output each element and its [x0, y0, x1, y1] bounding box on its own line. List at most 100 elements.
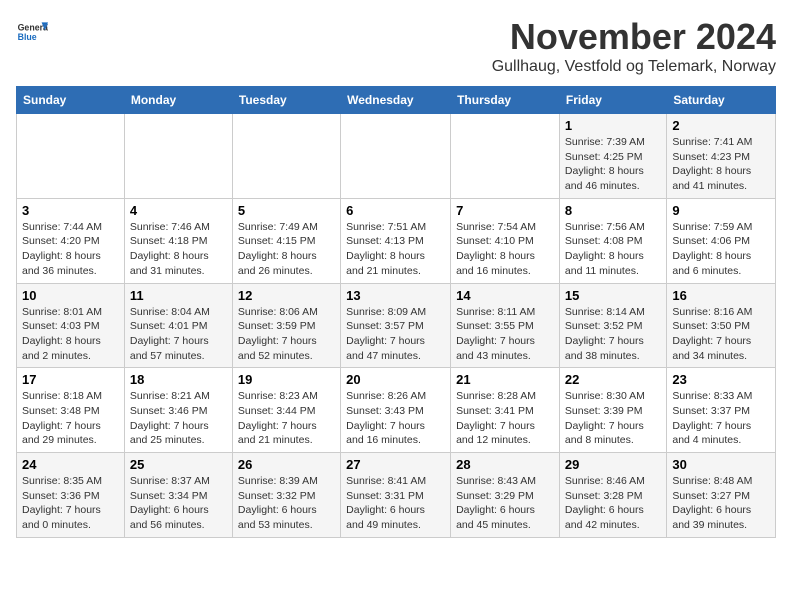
calendar-cell	[17, 114, 125, 199]
day-detail: Sunrise: 7:39 AM Sunset: 4:25 PM Dayligh…	[565, 135, 661, 194]
day-number: 12	[238, 288, 335, 303]
day-number: 18	[130, 372, 227, 387]
calendar-table: SundayMondayTuesdayWednesdayThursdayFrid…	[16, 86, 776, 538]
calendar-cell	[451, 114, 560, 199]
subtitle: Gullhaug, Vestfold og Telemark, Norway	[492, 58, 776, 76]
calendar-week-row: 3Sunrise: 7:44 AM Sunset: 4:20 PM Daylig…	[17, 198, 776, 283]
day-detail: Sunrise: 8:30 AM Sunset: 3:39 PM Dayligh…	[565, 389, 661, 448]
day-header: Wednesday	[341, 87, 451, 114]
day-detail: Sunrise: 8:23 AM Sunset: 3:44 PM Dayligh…	[238, 389, 335, 448]
day-detail: Sunrise: 7:59 AM Sunset: 4:06 PM Dayligh…	[672, 220, 770, 279]
day-number: 21	[456, 372, 554, 387]
calendar-cell: 11Sunrise: 8:04 AM Sunset: 4:01 PM Dayli…	[124, 283, 232, 368]
day-detail: Sunrise: 8:01 AM Sunset: 4:03 PM Dayligh…	[22, 305, 119, 364]
day-number: 2	[672, 118, 770, 133]
day-number: 24	[22, 457, 119, 472]
day-number: 26	[238, 457, 335, 472]
day-number: 5	[238, 203, 335, 218]
calendar-cell: 12 Sunrise: 8:06 AM Sunset: 3:59 PM Dayli…	[232, 283, 340, 368]
calendar-cell: 24 Sunrise: 8:35 AM Sunset: 3:36 PM Dayli…	[17, 453, 125, 538]
day-number: 14	[456, 288, 554, 303]
day-detail: Sunrise: 7:51 AM Sunset: 4:13 PM Dayligh…	[346, 220, 445, 279]
svg-text:Blue: Blue	[18, 32, 37, 42]
calendar-cell: 23Sunrise: 8:33 AM Sunset: 3:37 PM Dayli…	[667, 368, 776, 453]
day-number: 6	[346, 203, 445, 218]
day-number: 7	[456, 203, 554, 218]
day-number: 10	[22, 288, 119, 303]
calendar-cell: 10 Sunrise: 8:01 AM Sunset: 4:03 PM Dayli…	[17, 283, 125, 368]
day-detail: Sunrise: 8:35 AM Sunset: 3:36 PM Dayligh…	[22, 474, 119, 533]
day-detail: Sunrise: 8:18 AM Sunset: 3:48 PM Dayligh…	[22, 389, 119, 448]
day-detail: Sunrise: 7:44 AM Sunset: 4:20 PM Dayligh…	[22, 220, 119, 279]
calendar-cell: 25 Sunrise: 8:37 AM Sunset: 3:34 PM Dayli…	[124, 453, 232, 538]
calendar-cell	[124, 114, 232, 199]
day-detail: Sunrise: 8:46 AM Sunset: 3:28 PM Dayligh…	[565, 474, 661, 533]
calendar-week-row: 24 Sunrise: 8:35 AM Sunset: 3:36 PM Dayli…	[17, 453, 776, 538]
day-number: 17	[22, 372, 119, 387]
calendar-cell	[341, 114, 451, 199]
calendar-week-row: 17 Sunrise: 8:18 AM Sunset: 3:48 PM Dayli…	[17, 368, 776, 453]
day-detail: Sunrise: 8:26 AM Sunset: 3:43 PM Dayligh…	[346, 389, 445, 448]
day-detail: Sunrise: 7:46 AM Sunset: 4:18 PM Dayligh…	[130, 220, 227, 279]
calendar-body: 1 Sunrise: 7:39 AM Sunset: 4:25 PM Daylig…	[17, 114, 776, 538]
day-number: 27	[346, 457, 445, 472]
day-header: Sunday	[17, 87, 125, 114]
day-number: 29	[565, 457, 661, 472]
day-number: 4	[130, 203, 227, 218]
logo: General Blue	[16, 16, 48, 48]
calendar-cell: 8 Sunrise: 7:56 AM Sunset: 4:08 PM Daylig…	[559, 198, 666, 283]
day-number: 25	[130, 457, 227, 472]
day-header: Friday	[559, 87, 666, 114]
calendar-cell: 14 Sunrise: 8:11 AM Sunset: 3:55 PM Dayli…	[451, 283, 560, 368]
day-number: 8	[565, 203, 661, 218]
calendar-header-row: SundayMondayTuesdayWednesdayThursdayFrid…	[17, 87, 776, 114]
calendar-cell	[232, 114, 340, 199]
calendar-cell: 7 Sunrise: 7:54 AM Sunset: 4:10 PM Daylig…	[451, 198, 560, 283]
calendar-cell: 15 Sunrise: 8:14 AM Sunset: 3:52 PM Dayli…	[559, 283, 666, 368]
day-number: 15	[565, 288, 661, 303]
day-detail: Sunrise: 8:06 AM Sunset: 3:59 PM Dayligh…	[238, 305, 335, 364]
calendar-cell: 3Sunrise: 7:44 AM Sunset: 4:20 PM Daylig…	[17, 198, 125, 283]
day-detail: Sunrise: 8:37 AM Sunset: 3:34 PM Dayligh…	[130, 474, 227, 533]
day-detail: Sunrise: 8:48 AM Sunset: 3:27 PM Dayligh…	[672, 474, 770, 533]
calendar-cell: 18 Sunrise: 8:21 AM Sunset: 3:46 PM Dayli…	[124, 368, 232, 453]
day-detail: Sunrise: 8:28 AM Sunset: 3:41 PM Dayligh…	[456, 389, 554, 448]
day-number: 22	[565, 372, 661, 387]
day-detail: Sunrise: 8:11 AM Sunset: 3:55 PM Dayligh…	[456, 305, 554, 364]
calendar-cell: 1 Sunrise: 7:39 AM Sunset: 4:25 PM Daylig…	[559, 114, 666, 199]
calendar-cell: 22 Sunrise: 8:30 AM Sunset: 3:39 PM Dayli…	[559, 368, 666, 453]
day-number: 19	[238, 372, 335, 387]
calendar-week-row: 1 Sunrise: 7:39 AM Sunset: 4:25 PM Daylig…	[17, 114, 776, 199]
day-number: 9	[672, 203, 770, 218]
day-detail: Sunrise: 8:21 AM Sunset: 3:46 PM Dayligh…	[130, 389, 227, 448]
day-number: 13	[346, 288, 445, 303]
day-detail: Sunrise: 8:43 AM Sunset: 3:29 PM Dayligh…	[456, 474, 554, 533]
calendar-cell: 28 Sunrise: 8:43 AM Sunset: 3:29 PM Dayli…	[451, 453, 560, 538]
day-number: 28	[456, 457, 554, 472]
day-detail: Sunrise: 8:16 AM Sunset: 3:50 PM Dayligh…	[672, 305, 770, 364]
day-number: 11	[130, 288, 227, 303]
calendar-cell: 26 Sunrise: 8:39 AM Sunset: 3:32 PM Dayli…	[232, 453, 340, 538]
title-area: November 2024 Gullhaug, Vestfold og Tele…	[492, 16, 776, 76]
day-header: Thursday	[451, 87, 560, 114]
day-detail: Sunrise: 8:14 AM Sunset: 3:52 PM Dayligh…	[565, 305, 661, 364]
day-detail: Sunrise: 8:09 AM Sunset: 3:57 PM Dayligh…	[346, 305, 445, 364]
calendar-cell: 13 Sunrise: 8:09 AM Sunset: 3:57 PM Dayli…	[341, 283, 451, 368]
day-detail: Sunrise: 7:56 AM Sunset: 4:08 PM Dayligh…	[565, 220, 661, 279]
calendar-cell: 21 Sunrise: 8:28 AM Sunset: 3:41 PM Dayli…	[451, 368, 560, 453]
calendar-cell: 27Sunrise: 8:41 AM Sunset: 3:31 PM Dayli…	[341, 453, 451, 538]
day-detail: Sunrise: 7:54 AM Sunset: 4:10 PM Dayligh…	[456, 220, 554, 279]
month-title: November 2024	[492, 16, 776, 58]
day-header: Saturday	[667, 87, 776, 114]
day-detail: Sunrise: 7:41 AM Sunset: 4:23 PM Dayligh…	[672, 135, 770, 194]
day-number: 30	[672, 457, 770, 472]
day-number: 1	[565, 118, 661, 133]
day-detail: Sunrise: 7:49 AM Sunset: 4:15 PM Dayligh…	[238, 220, 335, 279]
calendar-cell: 20Sunrise: 8:26 AM Sunset: 3:43 PM Dayli…	[341, 368, 451, 453]
day-number: 16	[672, 288, 770, 303]
calendar-cell: 19 Sunrise: 8:23 AM Sunset: 3:44 PM Dayli…	[232, 368, 340, 453]
calendar-cell: 29 Sunrise: 8:46 AM Sunset: 3:28 PM Dayli…	[559, 453, 666, 538]
day-number: 23	[672, 372, 770, 387]
day-detail: Sunrise: 8:39 AM Sunset: 3:32 PM Dayligh…	[238, 474, 335, 533]
calendar-cell: 17 Sunrise: 8:18 AM Sunset: 3:48 PM Dayli…	[17, 368, 125, 453]
